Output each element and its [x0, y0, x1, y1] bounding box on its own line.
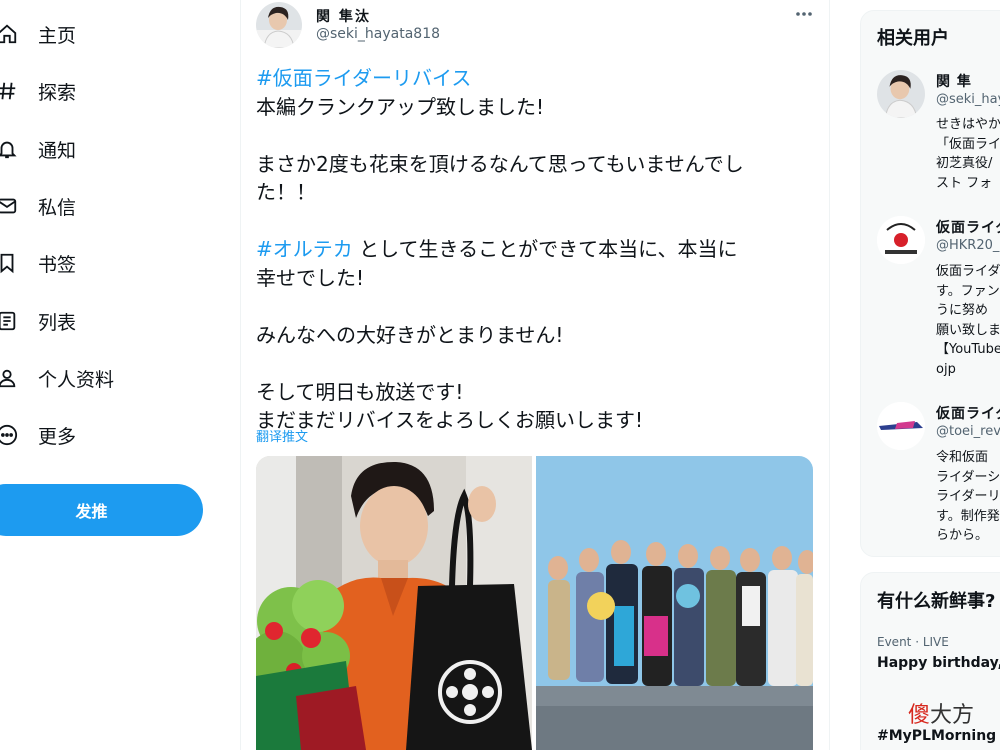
related-user-bio: 仮面ライダ す。ファン うに努め 願い致しま 【YouTube ojp — [936, 264, 1000, 377]
trend-meta: Event · LIVE — [877, 635, 949, 649]
related-user-handle[interactable]: @seki_hay — [936, 92, 1000, 107]
watermark: 傻大方 — [908, 703, 975, 728]
related-user-avatar[interactable] — [877, 216, 925, 264]
trend-item[interactable]: #MyPLMorning — [877, 728, 996, 744]
related-user-name[interactable]: 関 隼 — [936, 71, 972, 91]
related-user-bio: 令和仮面 ライダーシ ライダーリ す。制作発 らから。 — [936, 450, 1000, 543]
related-users-title: 相关用户 — [877, 28, 949, 49]
related-user-avatar[interactable] — [877, 402, 925, 450]
related-user-handle[interactable]: @toei_rev — [936, 424, 1000, 439]
right-column: 相关用户 関 隼 @seki_hay せきはやか 「仮面ライ 初芝真役/ スト … — [0, 0, 1000, 750]
related-user-handle[interactable]: @HKR20_ — [936, 238, 999, 253]
related-user-name[interactable]: 仮面ライダ — [936, 217, 1000, 237]
related-user-name[interactable]: 仮面ライダ — [936, 403, 1000, 423]
related-user-avatar[interactable] — [877, 70, 925, 118]
trends-title: 有什么新鲜事? — [877, 591, 996, 612]
related-user-bio: せきはやか 「仮面ライ 初芝真役/ スト フォ — [936, 117, 1000, 191]
trend-item[interactable]: Happy birthday, J — [877, 655, 1000, 671]
